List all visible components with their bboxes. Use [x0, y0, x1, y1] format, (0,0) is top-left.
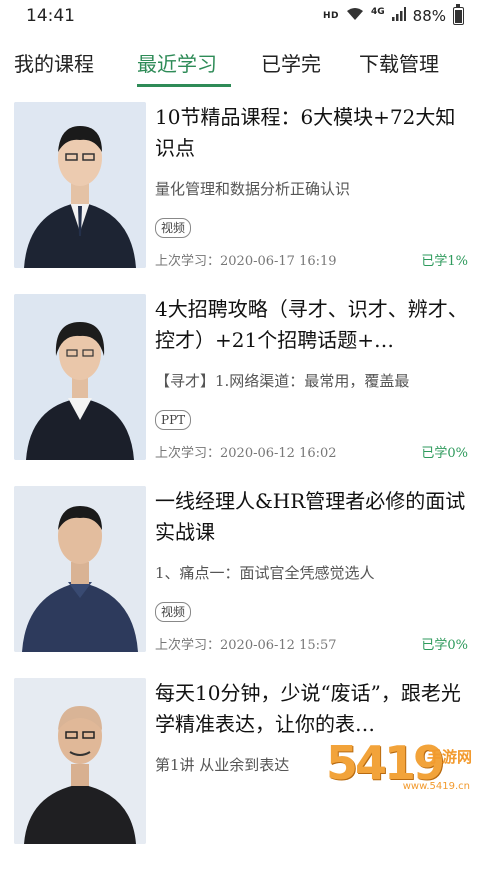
course-thumbnail [14, 102, 146, 268]
tab-completed[interactable]: 已学完 [261, 32, 359, 92]
course-type-badge: 视频 [155, 602, 192, 622]
study-progress: 已学0% [421, 638, 468, 653]
tab-recent-study[interactable]: 最近学习 [137, 32, 261, 92]
status-time: 14:41 [26, 6, 75, 26]
status-icons: HD 4G 88% [322, 4, 464, 25]
tab-downloads[interactable]: 下载管理 [359, 32, 439, 92]
course-title: 10节精品课程：6大模块+72大知识点 [155, 105, 456, 160]
wifi-icon [346, 7, 364, 25]
study-progress: 已学0% [421, 446, 468, 461]
course-type-badge: 视频 [155, 218, 192, 238]
battery-icon [453, 4, 464, 25]
4g-label: 4G [371, 7, 385, 17]
site-watermark: 5419 手游网 www.5419.cn [326, 734, 476, 798]
signal-icon [391, 7, 406, 25]
course-description: 1、痛点一：面试官全凭感觉选人 [155, 564, 375, 582]
status-bar: 14:41 HD 4G 88% [0, 0, 480, 32]
course-thumbnail [14, 678, 146, 844]
course-title: 每天10分钟，少说“废话”，跟老光学精准表达，让你的表… [155, 681, 461, 736]
course-card[interactable]: 4大招聘攻略（寻才、识才、辨才、控才）+21个招聘话题+… 【寻才】1.网络渠道… [0, 294, 480, 486]
course-title: 4大招聘攻略（寻才、识才、辨才、控才）+21个招聘话题+… [155, 297, 468, 352]
tab-bar: 我的课程 最近学习 已学完 下载管理 [0, 32, 480, 92]
course-description: 量化管理和数据分析正确认识 [155, 180, 351, 198]
course-card[interactable]: 10节精品课程：6大模块+72大知识点 量化管理和数据分析正确认识 视频 上次学… [0, 102, 480, 294]
course-description: 【寻才】1.网络渠道：最常用，覆盖最 [155, 372, 410, 390]
tab-my-courses[interactable]: 我的课程 [14, 32, 137, 92]
hd-icon: HD [322, 11, 339, 21]
last-study-time: 上次学习：2020-06-12 15:57 [155, 638, 337, 653]
study-progress: 已学1% [421, 254, 468, 269]
course-thumbnail [14, 486, 146, 652]
course-card[interactable]: 一线经理人&HR管理者必修的面试实战课 1、痛点一：面试官全凭感觉选人 视频 上… [0, 486, 480, 678]
course-thumbnail [14, 294, 146, 460]
course-title: 一线经理人&HR管理者必修的面试实战课 [155, 489, 466, 544]
last-study-time: 上次学习：2020-06-12 16:02 [155, 446, 337, 461]
course-type-badge: PPT [155, 410, 192, 430]
watermark-site-name: 手游网 [426, 748, 472, 766]
watermark-url: www.5419.cn [402, 781, 470, 792]
battery-percent: 88% [412, 7, 446, 25]
last-study-time: 上次学习：2020-06-17 16:19 [155, 254, 337, 269]
